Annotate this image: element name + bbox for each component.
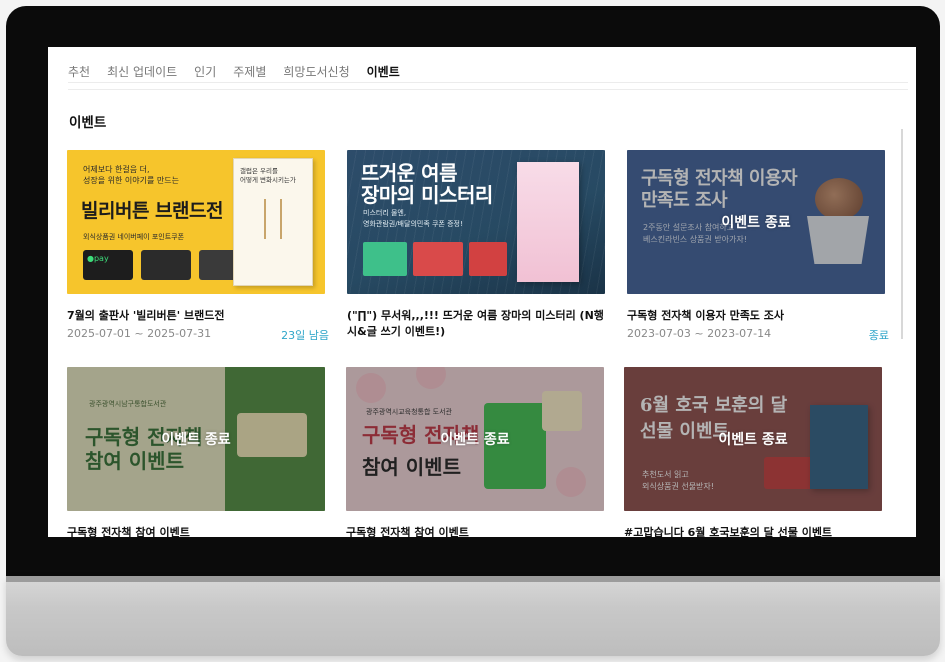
nav-tab-latest[interactable]: 최신 업데이트 (107, 63, 177, 80)
event-banner[interactable]: 6월 호국 보훈의 달 선물 이벤트 추천도서 읽고 외식상품권 선물받자! 이… (624, 367, 882, 511)
nav-tab-recommend[interactable]: 추천 (68, 63, 90, 80)
book-cover (517, 162, 579, 282)
nav-tab-request[interactable]: 희망도서신청 (283, 63, 349, 80)
banner-subtitle: 어제보다 한걸음 더, 성장을 위한 이야기를 만드는 (83, 165, 179, 185)
banner-title: 뜨거운 여름 장마의 미스터리 (361, 161, 493, 207)
category-nav: 추천 최신 업데이트 인기 주제별 희망도서신청 이벤트 (68, 61, 908, 83)
banner-title: 빌리버튼 브랜드전 (81, 200, 223, 222)
scrollbar[interactable] (901, 129, 903, 339)
event-status: 종료 (868, 329, 889, 342)
event-card[interactable]: 광주광역시남구통합도서관 구독형 전자책 참여 이벤트 이벤트 종료 구독형 전… (67, 367, 329, 537)
event-title[interactable]: 구독형 전자책 참여 이벤트 (67, 525, 329, 537)
monitor-base (6, 576, 940, 656)
event-title[interactable]: 구독형 전자책 이용자 만족도 조사 (627, 308, 889, 324)
book-cover-title: 갤럽은 우리를 어떻게 변화시키는가 (240, 167, 296, 184)
event-title[interactable]: 구독형 전자책 참여 이벤트 (346, 525, 608, 537)
event-banner[interactable]: 어제보다 한걸음 더, 성장을 위한 이야기를 만드는 빌리버튼 브랜드전 외식… (67, 150, 325, 294)
ended-label: 이벤트 종료 (161, 432, 231, 448)
app-screen: 추천 최신 업데이트 인기 주제별 희망도서신청 이벤트 이벤트 어제보다 한걸… (48, 47, 916, 537)
banner-subtitle: 미스터리 물엔, 영화관람권/배달의민족 쿠폰 증정! (363, 209, 463, 228)
npay-card-graphic: ●pay (83, 250, 133, 280)
event-card[interactable]: 6월 호국 보훈의 달 선물 이벤트 추천도서 읽고 외식상품권 선물받자! 이… (624, 367, 886, 537)
event-title[interactable]: ("∏") 무서워,,,!!! 뜨거운 여름 장마의 미스터리 (N행시&글 쓰… (347, 308, 609, 340)
book-cover: 갤럽은 우리를 어떻게 변화시키는가 (233, 158, 313, 286)
gift-card-graphic (413, 242, 463, 276)
hourglass-icon (264, 199, 282, 239)
ended-overlay: 이벤트 종료 (67, 367, 325, 511)
banner-reward: 외식상품권 네이버페이 포인트쿠폰 (83, 233, 185, 241)
event-card[interactable]: 뜨거운 여름 장마의 미스터리 미스터리 물엔, 영화관람권/배달의민족 쿠폰 … (347, 150, 609, 340)
event-banner[interactable]: 광주광역시남구통합도서관 구독형 전자책 참여 이벤트 이벤트 종료 (67, 367, 325, 511)
nav-tab-popular[interactable]: 인기 (194, 63, 216, 80)
ended-overlay: 이벤트 종료 (624, 367, 882, 511)
event-title[interactable]: #고맙습니다 6월 호국보훈의 달 선물 이벤트 (624, 525, 886, 537)
gift-card-graphic (469, 242, 507, 276)
event-status: 23일 남음 (281, 329, 329, 342)
event-card[interactable]: 광주광역시교육청통합 도서관 구독형 전자책 참여 이벤트 이벤트 종료 구독형… (346, 367, 608, 537)
ended-overlay: 이벤트 종료 (627, 150, 885, 294)
gift-card-graphic (363, 242, 407, 276)
nav-tab-topic[interactable]: 주제별 (233, 63, 266, 80)
event-card[interactable]: 어제보다 한걸음 더, 성장을 위한 이야기를 만드는 빌리버튼 브랜드전 외식… (67, 150, 329, 343)
event-banner[interactable]: 뜨거운 여름 장마의 미스터리 미스터리 물엔, 영화관람권/배달의민족 쿠폰 … (347, 150, 605, 294)
event-meta: 2025-07-01 ~ 2025-07-31 23일 남음 (67, 327, 329, 343)
event-period: 2025-07-01 ~ 2025-07-31 (67, 327, 212, 340)
event-card[interactable]: 구독형 전자책 이용자 만족도 조사 2주동안 설문조사 참여하고 베스킨라빈스… (627, 150, 889, 343)
event-title[interactable]: 7월의 출판사 '빌리버튼' 브랜드전 (67, 308, 329, 324)
nav-divider (68, 89, 908, 90)
ended-label: 이벤트 종료 (721, 215, 791, 231)
ended-label: 이벤트 종료 (440, 432, 510, 448)
event-meta: 2023-07-03 ~ 2023-07-14 종료 (627, 327, 889, 343)
ended-overlay: 이벤트 종료 (346, 367, 604, 511)
event-banner[interactable]: 구독형 전자책 이용자 만족도 조사 2주동안 설문조사 참여하고 베스킨라빈스… (627, 150, 885, 294)
ended-label: 이벤트 종료 (718, 432, 788, 448)
nav-tab-event[interactable]: 이벤트 (367, 63, 400, 80)
event-period: 2023-07-03 ~ 2023-07-14 (627, 327, 772, 340)
section-title: 이벤트 (69, 115, 107, 131)
gift-card-graphic (141, 250, 191, 280)
event-banner[interactable]: 광주광역시교육청통합 도서관 구독형 전자책 참여 이벤트 이벤트 종료 (346, 367, 604, 511)
